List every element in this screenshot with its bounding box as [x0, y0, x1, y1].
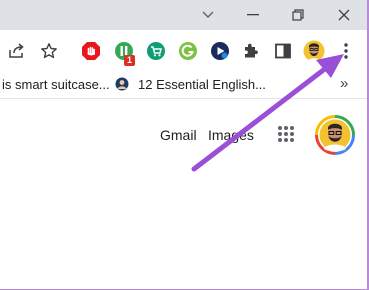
annotation-arrow — [191, 54, 344, 172]
browser-window: 1 is smart suitcase... 12 Essential Engl… — [0, 0, 369, 290]
